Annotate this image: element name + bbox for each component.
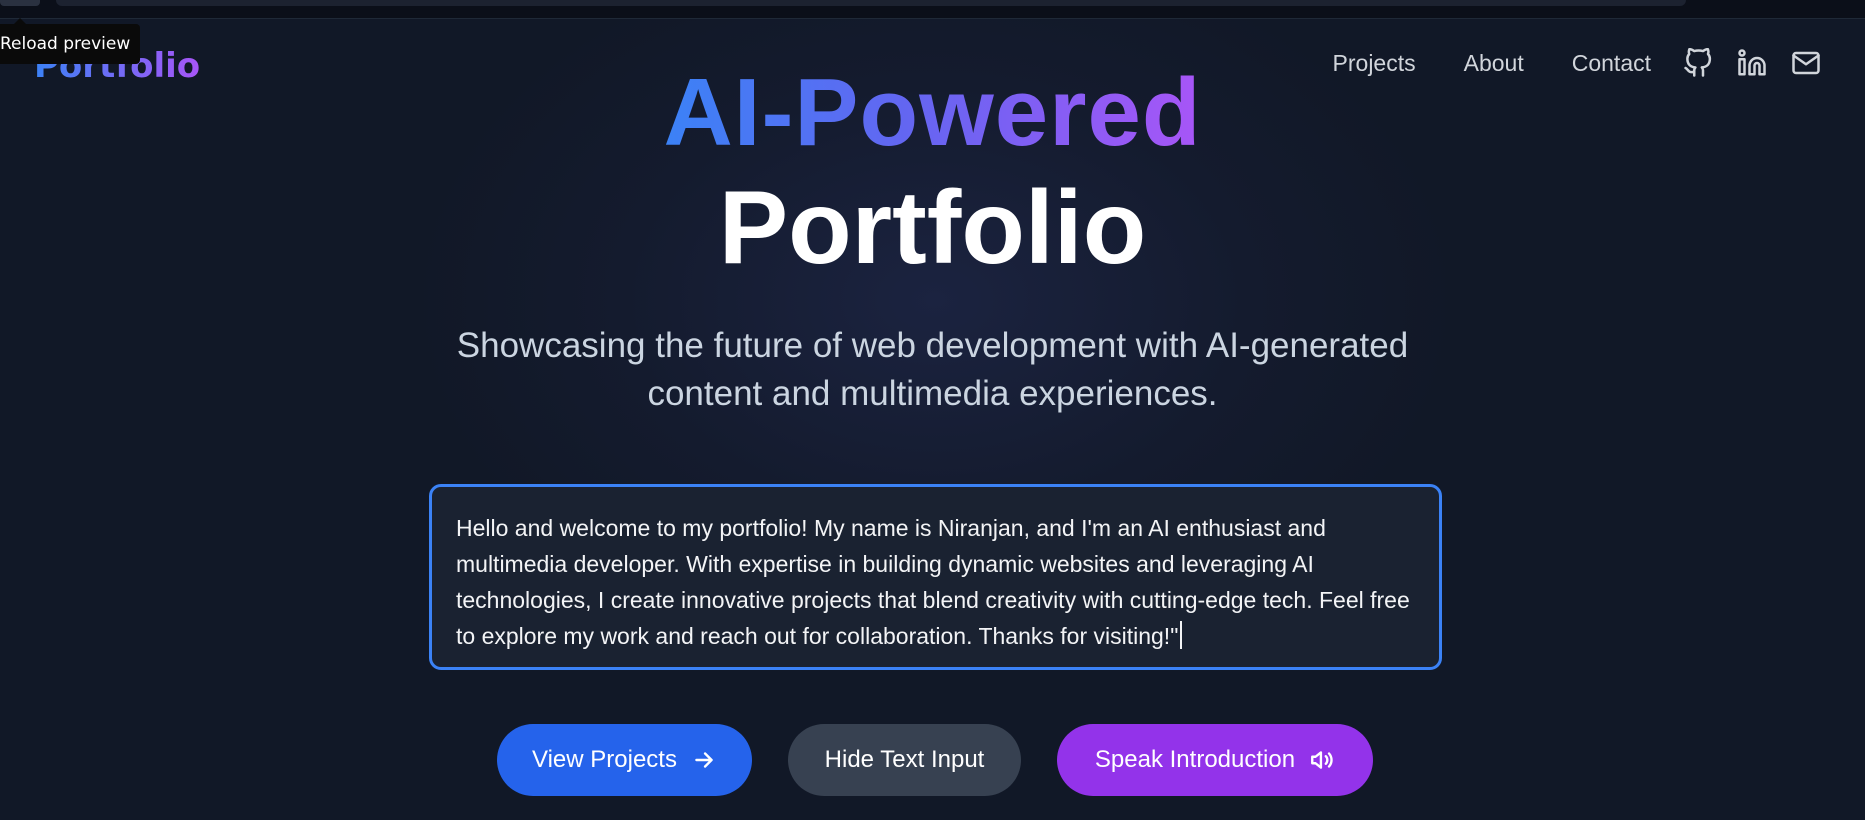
speak-introduction-button[interactable]: Speak Introduction [1057, 724, 1373, 796]
reload-button[interactable] [0, 0, 40, 6]
volume-icon [1311, 751, 1333, 769]
mail-icon[interactable] [1791, 48, 1821, 78]
view-projects-button[interactable]: View Projects [497, 724, 752, 796]
hero-title-line2: Portfolio [718, 170, 1147, 286]
main-nav: Projects About Contact [1333, 47, 1821, 78]
hero-actions: View Projects Hide Text Input Speak Intr… [0, 724, 1865, 796]
intro-text: Hello and welcome to my portfolio! My na… [456, 515, 1410, 649]
hide-text-input-button[interactable]: Hide Text Input [788, 724, 1021, 796]
linkedin-icon[interactable] [1737, 48, 1767, 78]
reload-preview-tooltip: Reload preview [0, 18, 141, 64]
address-bar[interactable] [56, 0, 1686, 6]
view-projects-label: View Projects [532, 746, 677, 773]
hide-text-input-label: Hide Text Input [824, 746, 985, 773]
github-icon[interactable] [1683, 47, 1713, 78]
browser-toolbar [0, 0, 1865, 19]
speak-introduction-label: Speak Introduction [1094, 746, 1296, 773]
page: Reload preview AI-Powered Portfolio Proj… [0, 0, 1865, 820]
hero-subtitle: Showcasing the future of web development… [456, 326, 1409, 413]
nav-projects[interactable]: Projects [1333, 50, 1416, 77]
arrow-right-icon [695, 752, 713, 768]
hero-title-line1: AI-Powered [663, 59, 1202, 166]
nav-about[interactable]: About [1464, 50, 1524, 77]
intro-text-input[interactable]: Hello and welcome to my portfolio! My na… [429, 484, 1442, 670]
text-caret [1180, 621, 1183, 649]
nav-contact[interactable]: Contact [1572, 50, 1651, 77]
